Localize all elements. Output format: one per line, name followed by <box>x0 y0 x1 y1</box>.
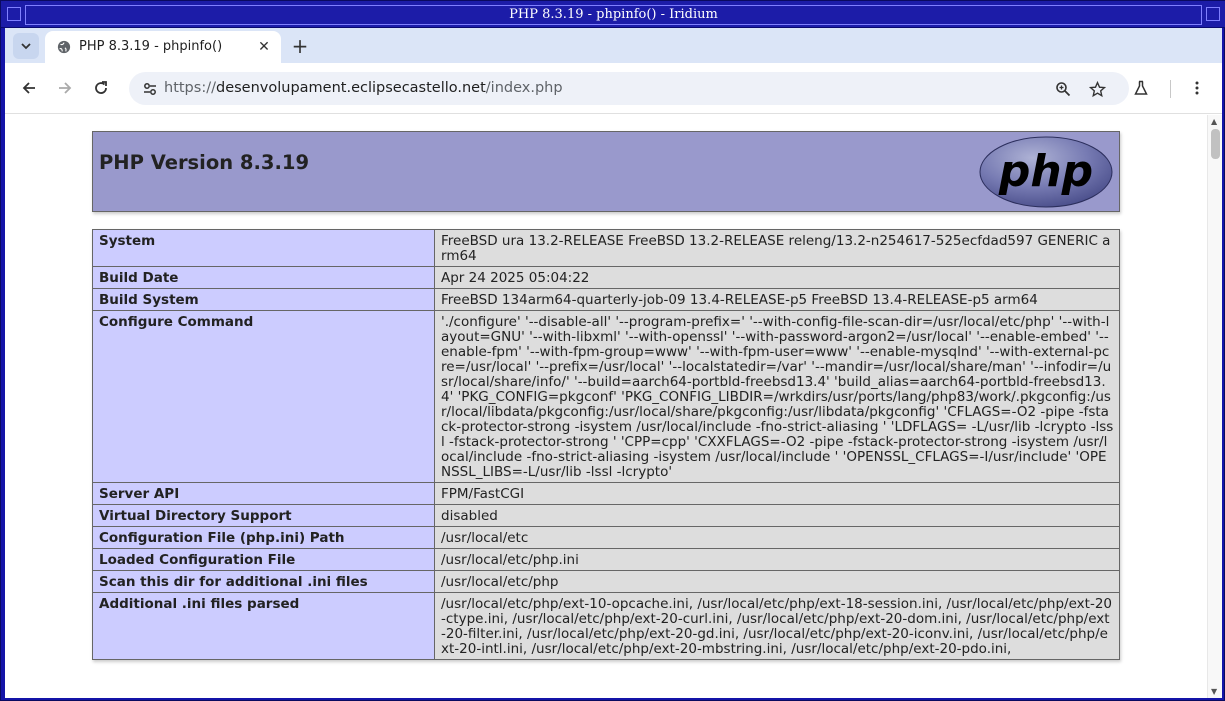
back-button[interactable] <box>17 76 41 100</box>
row-key: Server API <box>92 482 435 505</box>
menu-button[interactable] <box>1185 76 1209 100</box>
table-row: Scan this dir for additional .ini files /… <box>92 570 1120 593</box>
row-key: Virtual Directory Support <box>92 504 435 527</box>
table-row: System FreeBSD ura 13.2-RELEASE FreeBSD 1… <box>92 229 1120 267</box>
row-value: /usr/local/etc <box>434 526 1120 549</box>
tab-title: PHP 8.3.19 - phpinfo() <box>79 39 223 54</box>
zoom-icon <box>1056 82 1071 97</box>
row-value: FreeBSD 134arm64-quarterly-job-09 13.4-R… <box>434 288 1120 311</box>
row-value: /usr/local/etc/php/ext-10-opcache.ini, /… <box>434 592 1120 660</box>
tab-strip: PHP 8.3.19 - phpinfo() ✕ + <box>5 28 1222 63</box>
tab-search-button[interactable] <box>13 33 39 59</box>
row-key: Build Date <box>92 266 435 289</box>
table-row: Configure Command './configure' '--disabl… <box>92 310 1120 483</box>
row-value: FreeBSD ura 13.2-RELEASE FreeBSD 13.2-RE… <box>434 229 1120 267</box>
flask-icon <box>1134 80 1148 95</box>
chevron-down-icon <box>21 43 31 50</box>
site-info-button[interactable] <box>137 76 163 102</box>
forward-button[interactable] <box>53 76 77 100</box>
table-row: Configuration File (php.ini) Path/usr/lo… <box>92 526 1120 549</box>
table-row: Virtual Directory Support disabled <box>92 504 1120 527</box>
kebab-menu-icon <box>1195 81 1199 95</box>
vertical-scrollbar[interactable]: ▲ ▼ <box>1207 115 1222 698</box>
window-title: PHP 8.3.19 - phpinfo() - Iridium <box>509 7 718 22</box>
row-key: Build System <box>92 288 435 311</box>
scrollbar-thumb[interactable] <box>1211 129 1220 159</box>
php-header: PHP Version 8.3.19 php <box>92 131 1120 212</box>
row-key: Configuration File (php.ini) Path <box>92 526 435 549</box>
new-tab-button[interactable]: + <box>287 33 313 59</box>
php-logo[interactable]: php <box>979 136 1113 208</box>
tab-phpinfo[interactable]: PHP 8.3.19 - phpinfo() ✕ <box>45 31 281 63</box>
toolbar-divider <box>1170 80 1171 98</box>
row-key: System <box>92 229 435 267</box>
php-logo-text: php <box>998 146 1093 197</box>
tune-icon <box>144 83 156 95</box>
arrow-right-icon <box>59 82 72 94</box>
zoom-button[interactable] <box>1051 77 1075 101</box>
close-tab-icon[interactable]: ✕ <box>255 38 273 56</box>
browser-client: PHP 8.3.19 - phpinfo() ✕ + https://desen… <box>5 28 1222 698</box>
url-text: https://desenvolupament.eclipsecastello.… <box>164 80 563 96</box>
php-info-table: System FreeBSD ura 13.2-RELEASE FreeBSD 1… <box>92 229 1120 660</box>
window-titlebar[interactable]: PHP 8.3.19 - phpinfo() - Iridium <box>1 1 1225 28</box>
window-maximize-icon[interactable] <box>1206 7 1220 21</box>
globe-icon <box>57 40 71 54</box>
table-row: Server API FPM/FastCGI <box>92 482 1120 505</box>
reload-button[interactable] <box>89 76 113 100</box>
table-row: Build System FreeBSD 134arm64-quarterly-j… <box>92 288 1120 311</box>
row-value: /usr/local/etc/php <box>434 570 1120 593</box>
row-value: /usr/local/etc/php.ini <box>434 548 1120 571</box>
row-key: Additional .ini files parsed <box>92 592 435 660</box>
table-row: Loaded Configuration File/usr/local/etc/… <box>92 548 1120 571</box>
row-value: disabled <box>434 504 1120 527</box>
scroll-down-icon[interactable]: ▼ <box>1211 687 1217 696</box>
toolbar: https://desenvolupament.eclipsecastello.… <box>5 63 1222 114</box>
address-bar[interactable]: https://desenvolupament.eclipsecastello.… <box>129 72 1129 105</box>
page-viewport[interactable]: PHP Version 8.3.19 php System FreeBSD ura… <box>5 115 1222 698</box>
row-key: Loaded Configuration File <box>92 548 435 571</box>
table-row: Build Date Apr 24 2025 05:04:22 <box>92 266 1120 289</box>
table-row: Additional .ini files parsed/usr/local/e… <box>92 592 1120 660</box>
row-key: Configure Command <box>92 310 435 483</box>
scroll-up-icon[interactable]: ▲ <box>1211 117 1217 126</box>
row-key: Scan this dir for additional .ini files <box>92 570 435 593</box>
browser-window: PHP 8.3.19 - phpinfo() - Iridium PHP 8.3… <box>0 0 1225 701</box>
labs-button[interactable] <box>1129 76 1153 100</box>
row-value: FPM/FastCGI <box>434 482 1120 505</box>
row-value: Apr 24 2025 05:04:22 <box>434 266 1120 289</box>
row-value: './configure' '--disable-all' '--program… <box>434 310 1120 483</box>
reload-icon <box>95 81 107 94</box>
star-icon <box>1088 80 1106 97</box>
bookmark-button[interactable] <box>1085 77 1109 101</box>
arrow-left-icon <box>22 82 35 94</box>
page-title: PHP Version 8.3.19 <box>99 151 310 174</box>
